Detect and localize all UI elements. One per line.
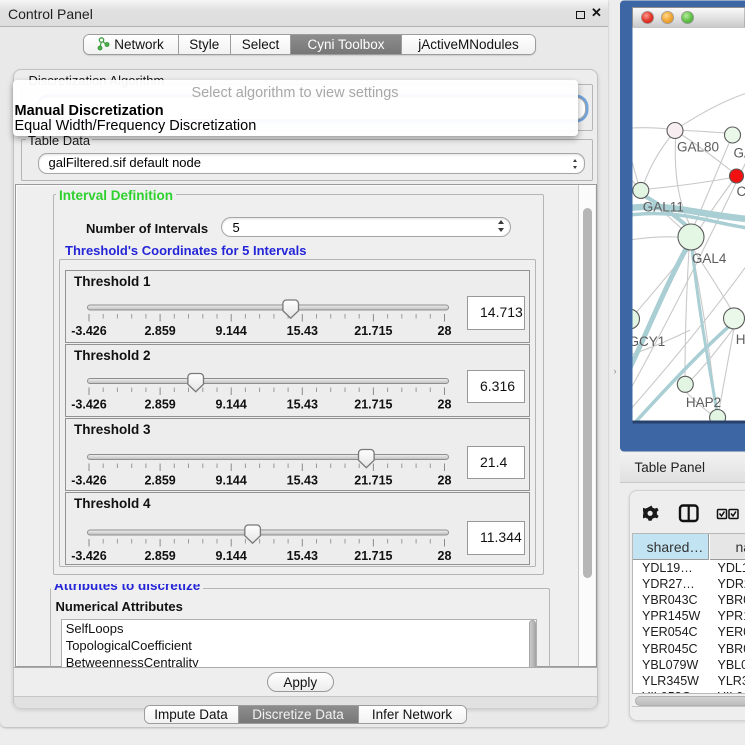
svg-text:21.715: 21.715 (354, 397, 392, 411)
svg-text:9.144: 9.144 (215, 549, 246, 563)
svg-text:-3.426: -3.426 (71, 549, 106, 563)
svg-text:28: 28 (437, 324, 451, 338)
svg-text:-3.426: -3.426 (71, 473, 106, 487)
svg-text:15.43: 15.43 (286, 397, 317, 411)
svg-text:2.859: 2.859 (144, 549, 175, 563)
svg-text:C: C (737, 184, 745, 199)
svg-text:21.715: 21.715 (354, 473, 392, 487)
svg-text:2.859: 2.859 (144, 397, 175, 411)
svg-text:GAL11: GAL11 (643, 200, 684, 215)
svg-text:28: 28 (437, 397, 451, 411)
svg-text:GAL80: GAL80 (677, 140, 719, 155)
svg-text:H: H (736, 332, 745, 347)
svg-text:GA: GA (734, 146, 745, 161)
svg-text:GAL4: GAL4 (692, 251, 727, 266)
svg-text:15.43: 15.43 (286, 473, 317, 487)
svg-text:28: 28 (437, 473, 451, 487)
svg-text:21.715: 21.715 (354, 549, 392, 563)
svg-text:-3.426: -3.426 (71, 397, 106, 411)
svg-text:9.144: 9.144 (215, 324, 246, 338)
svg-text:2.859: 2.859 (144, 473, 175, 487)
svg-text:21.715: 21.715 (354, 324, 392, 338)
svg-text:-3.426: -3.426 (71, 324, 106, 338)
svg-text:15.43: 15.43 (286, 324, 317, 338)
svg-text:HAP2: HAP2 (686, 395, 721, 410)
svg-text:GCY1: GCY1 (629, 334, 666, 349)
svg-text:9.144: 9.144 (215, 473, 246, 487)
svg-text:2.859: 2.859 (144, 324, 175, 338)
svg-text:9.144: 9.144 (215, 397, 246, 411)
svg-text:15.43: 15.43 (286, 549, 317, 563)
svg-text:28: 28 (437, 549, 451, 563)
